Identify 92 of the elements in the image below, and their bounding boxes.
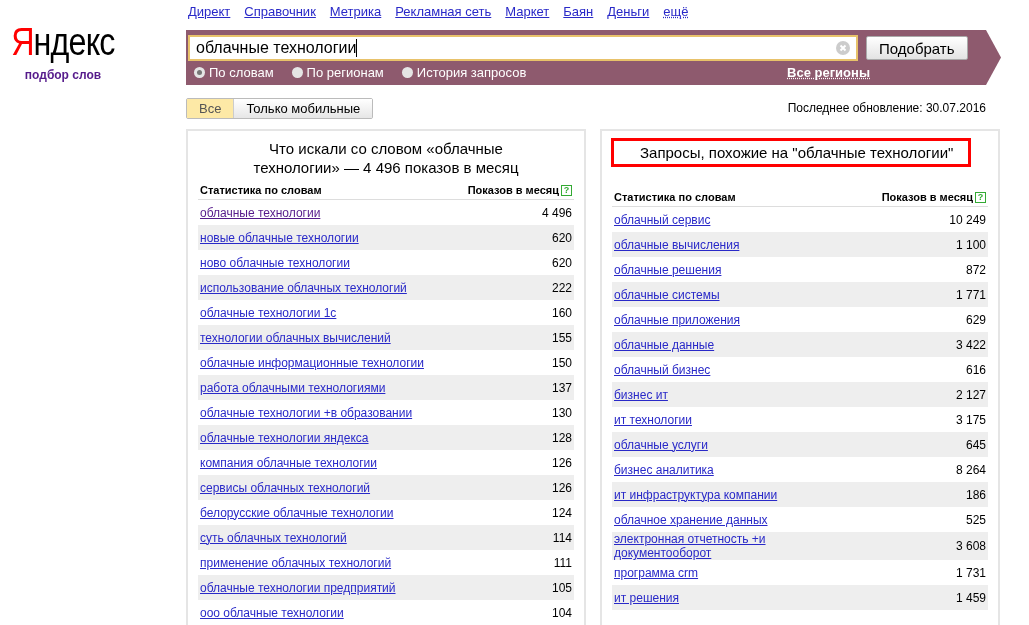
impressions-count: 3 422: [955, 337, 986, 352]
phrase-link[interactable]: облачные услуги: [614, 437, 708, 452]
impressions-count: 111: [553, 555, 572, 570]
nav-link[interactable]: Метрика: [329, 3, 382, 19]
impressions-count: 3 175: [955, 412, 986, 427]
impressions-count: 104: [551, 605, 572, 620]
phrase-link[interactable]: облачные технологии +в образовании: [200, 405, 413, 420]
phrase-link[interactable]: ит инфраструктура компании: [614, 487, 778, 502]
mode-radio[interactable]: История запросов: [401, 64, 527, 80]
filter-tab[interactable]: Только мобильные: [234, 98, 373, 118]
impressions-count: 10 249: [949, 212, 986, 227]
nav-link[interactable]: Директ: [188, 3, 231, 19]
impressions-count: 130: [551, 405, 572, 420]
impressions-count: 620: [551, 255, 572, 270]
column-header: Показов в месяц: [881, 191, 973, 203]
phrase-link[interactable]: использование облачных технологий: [200, 280, 407, 295]
search-field[interactable]: облачные технологии: [188, 35, 858, 61]
impressions-count: 126: [551, 480, 572, 495]
phrase-link[interactable]: сервисы облачных технологий: [200, 480, 371, 495]
impressions-count: 114: [552, 530, 572, 545]
phrase-link[interactable]: ит решения: [614, 590, 679, 605]
phrase-link[interactable]: облачные системы: [614, 287, 720, 302]
phrase-link[interactable]: ооо облачные технологии: [200, 605, 344, 620]
impressions-count: 155: [551, 330, 572, 345]
region-link[interactable]: Все регионы: [787, 64, 870, 80]
phrase-link[interactable]: применение облачных технологий: [200, 555, 392, 570]
impressions-count: 2 127: [955, 387, 986, 402]
panel-title: Запросы, похожие на "облачные технологии": [614, 141, 968, 164]
impressions-count: 620: [551, 230, 572, 245]
nav-link[interactable]: Справочник: [244, 3, 316, 19]
phrase-link[interactable]: белорусские облачные технологии: [200, 505, 394, 520]
nav-link[interactable]: Рекламная сеть: [395, 3, 492, 19]
impressions-count: 1 731: [955, 565, 986, 580]
impressions-count: 105: [551, 580, 572, 595]
phrase-link[interactable]: программа crm: [614, 565, 699, 580]
phrase-link[interactable]: облачные вычисления: [614, 237, 740, 252]
nav-link[interactable]: Деньги: [607, 3, 650, 19]
impressions-count: 1 100: [955, 237, 986, 252]
impressions-count: 137: [551, 380, 572, 395]
phrase-link[interactable]: облачные технологии: [200, 205, 321, 220]
phrase-link[interactable]: компания облачные технологии: [200, 455, 377, 470]
impressions-count: 222: [551, 280, 572, 295]
nav-link[interactable]: Баян: [563, 3, 594, 19]
phrase-link[interactable]: электронная отчетность +и документооборот: [614, 532, 864, 560]
phrase-link[interactable]: облачные приложения: [614, 312, 740, 327]
mode-radio[interactable]: По регионам: [291, 64, 384, 80]
impressions-count: 1 459: [955, 590, 986, 605]
panel-title: Что искали со словом «облачные технологии» — 4 496 показов в месяц: [252, 139, 520, 178]
impressions-count: 186: [965, 487, 986, 502]
yandex-logo: Яндекс: [11, 22, 115, 62]
phrase-link[interactable]: бизнес ит: [614, 387, 668, 402]
impressions-count: 8 264: [955, 462, 986, 477]
impressions-count: 126: [551, 455, 572, 470]
impressions-count: 629: [965, 312, 986, 327]
filter-tab[interactable]: Все: [187, 98, 235, 118]
column-header: Показов в месяц: [467, 184, 559, 196]
impressions-count: 525: [965, 512, 986, 527]
phrase-link[interactable]: облачные данные: [614, 337, 715, 352]
phrase-link[interactable]: новые облачные технологии: [200, 230, 359, 245]
phrase-link[interactable]: облачное хранение данных: [614, 512, 768, 527]
more-dropdown-link[interactable]: ещё: [663, 3, 689, 19]
column-header: Статистика по словам: [200, 184, 322, 196]
phrase-link[interactable]: облачный сервис: [614, 212, 711, 227]
impressions-count: 872: [965, 262, 986, 277]
word-selection-link[interactable]: подбор слов: [24, 68, 102, 82]
phrase-link[interactable]: облачные технологии яндекса: [200, 430, 369, 445]
last-update-text: Последнее обновление: 30.07.2016: [787, 101, 987, 115]
impressions-count: 4 496: [541, 205, 572, 220]
phrase-link[interactable]: бизнес аналитика: [614, 462, 714, 477]
impressions-count: 645: [965, 437, 986, 452]
phrase-link[interactable]: ново облачные технологии: [200, 255, 350, 270]
impressions-count: 128: [551, 430, 572, 445]
phrase-link[interactable]: технологии облачных вычислений: [200, 330, 391, 345]
phrase-link[interactable]: облачные технологии 1с: [200, 305, 337, 320]
column-header: Статистика по словам: [614, 191, 736, 203]
phrase-link[interactable]: ит технологии: [614, 412, 692, 427]
mode-radio[interactable]: По словам: [194, 64, 274, 80]
impressions-count: 150: [551, 355, 572, 370]
impressions-count: 160: [551, 305, 572, 320]
phrase-link[interactable]: работа облачными технологиями: [200, 380, 386, 395]
phrase-link[interactable]: облачные информационные технологии: [200, 355, 424, 370]
search-button[interactable]: Подобрать: [866, 36, 968, 60]
phrase-link[interactable]: облачный бизнес: [614, 362, 711, 377]
phrase-link[interactable]: суть облачных технологий: [200, 530, 347, 545]
impressions-count: 124: [551, 505, 572, 520]
impressions-count: 3 608: [955, 539, 986, 553]
clear-icon[interactable]: [836, 41, 850, 55]
impressions-count: 1 771: [955, 287, 986, 302]
nav-link[interactable]: Маркет: [505, 3, 550, 19]
phrase-link[interactable]: облачные технологии предприятий: [200, 580, 396, 595]
phrase-link[interactable]: облачные решения: [614, 262, 722, 277]
impressions-count: 616: [965, 362, 986, 377]
